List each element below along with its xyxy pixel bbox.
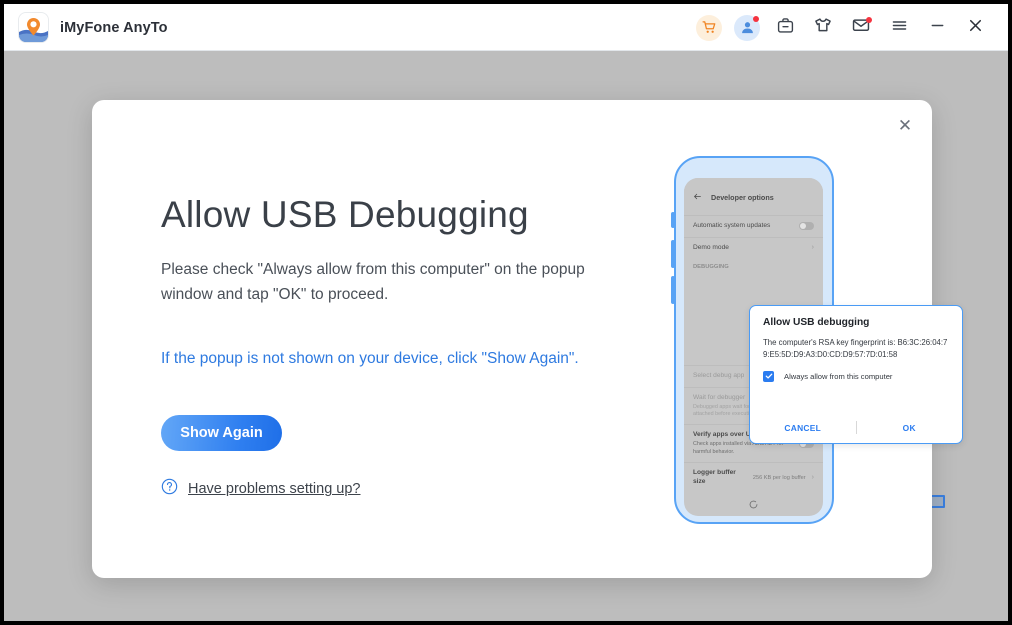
page-title: Allow USB Debugging [161, 194, 529, 235]
question-circle-icon [161, 478, 178, 500]
minimize-icon [928, 16, 947, 40]
app-window: iMyFone AnyTo ✕ Allow USB Debugging Plea… [4, 4, 1008, 621]
instruction-text: Please check "Always allow from this com… [161, 260, 585, 303]
setting-toggle[interactable] [799, 222, 814, 231]
mail-button[interactable] [842, 9, 880, 47]
map-pin-logo-icon [18, 12, 49, 43]
setting-label: Select debug app [693, 372, 745, 380]
dialog-actions: CANCEL OK [750, 421, 962, 434]
setting-label: Demo mode [693, 243, 729, 251]
arrow-left-icon[interactable] [693, 188, 702, 206]
phone-side-button-volume-up [671, 240, 675, 268]
dialog-cancel-button[interactable]: CANCEL [750, 423, 856, 433]
phone-mockup: Developer options Automatic system updat… [652, 156, 963, 531]
restore-defaults-row[interactable]: Restore default settings [684, 492, 823, 516]
chevron-right-icon: › [811, 244, 814, 252]
close-icon [966, 16, 985, 40]
phone-side-button-volume-down [671, 276, 675, 304]
dialog-title: Allow USB debugging [763, 317, 870, 328]
brand: iMyFone AnyTo [18, 12, 168, 43]
show-again-button[interactable]: Show Again [161, 415, 282, 452]
modal-close-button[interactable]: ✕ [892, 112, 918, 138]
refresh-icon [748, 497, 759, 514]
mail-badge [866, 16, 872, 23]
account-badge [753, 15, 759, 22]
briefcase-button[interactable] [766, 9, 804, 47]
dialog-body: The computer's RSA key fingerprint is: B… [763, 338, 948, 359]
setting-value: 256 KB per log buffer [752, 474, 806, 481]
modal-left-column: Allow USB Debugging Please check "Always… [161, 194, 661, 500]
app-title: iMyFone AnyTo [60, 19, 168, 36]
chevron-right-icon: › [811, 474, 814, 482]
tshirt-button[interactable] [804, 9, 842, 47]
android-usb-debugging-dialog: Allow USB debugging The computer's RSA k… [749, 305, 963, 444]
account-button[interactable] [728, 9, 766, 47]
help-link[interactable]: Have problems setting up? [188, 481, 361, 497]
developer-options-header: Developer options [684, 178, 823, 215]
settings-row[interactable]: Logger buffer size 256 KB per log buffer… [684, 462, 823, 492]
always-allow-row[interactable]: Always allow from this computer [763, 370, 949, 382]
dialog-ok-button[interactable]: OK [857, 423, 963, 433]
phone-side-button-mute [671, 212, 675, 228]
help-row[interactable]: Have problems setting up? [161, 478, 661, 500]
window-close-button[interactable] [956, 9, 994, 47]
developer-options-title: Developer options [711, 192, 774, 202]
briefcase-icon [776, 16, 795, 40]
setting-label: Logger buffer size [693, 469, 736, 485]
settings-row[interactable]: Demo mode › [684, 236, 823, 259]
always-allow-label: Always allow from this computer [784, 371, 893, 381]
tshirt-icon [813, 15, 833, 40]
section-header: DEBUGGING [693, 264, 729, 271]
account-icon [734, 14, 760, 41]
titlebar-actions [690, 4, 994, 51]
cart-button[interactable] [690, 9, 728, 47]
menu-button[interactable] [880, 9, 918, 47]
hamburger-icon [890, 16, 909, 40]
usb-debugging-modal: ✕ Allow USB Debugging Please check "Alwa… [92, 100, 963, 578]
always-allow-checkbox[interactable] [763, 370, 774, 382]
setting-label: Automatic system updates [693, 222, 771, 229]
titlebar: iMyFone AnyTo [4, 4, 1008, 51]
minimize-button[interactable] [918, 9, 956, 47]
settings-row[interactable]: Automatic system updates [684, 215, 823, 237]
cart-icon [696, 14, 722, 41]
hint-text: If the popup is not shown on your device… [161, 350, 579, 368]
